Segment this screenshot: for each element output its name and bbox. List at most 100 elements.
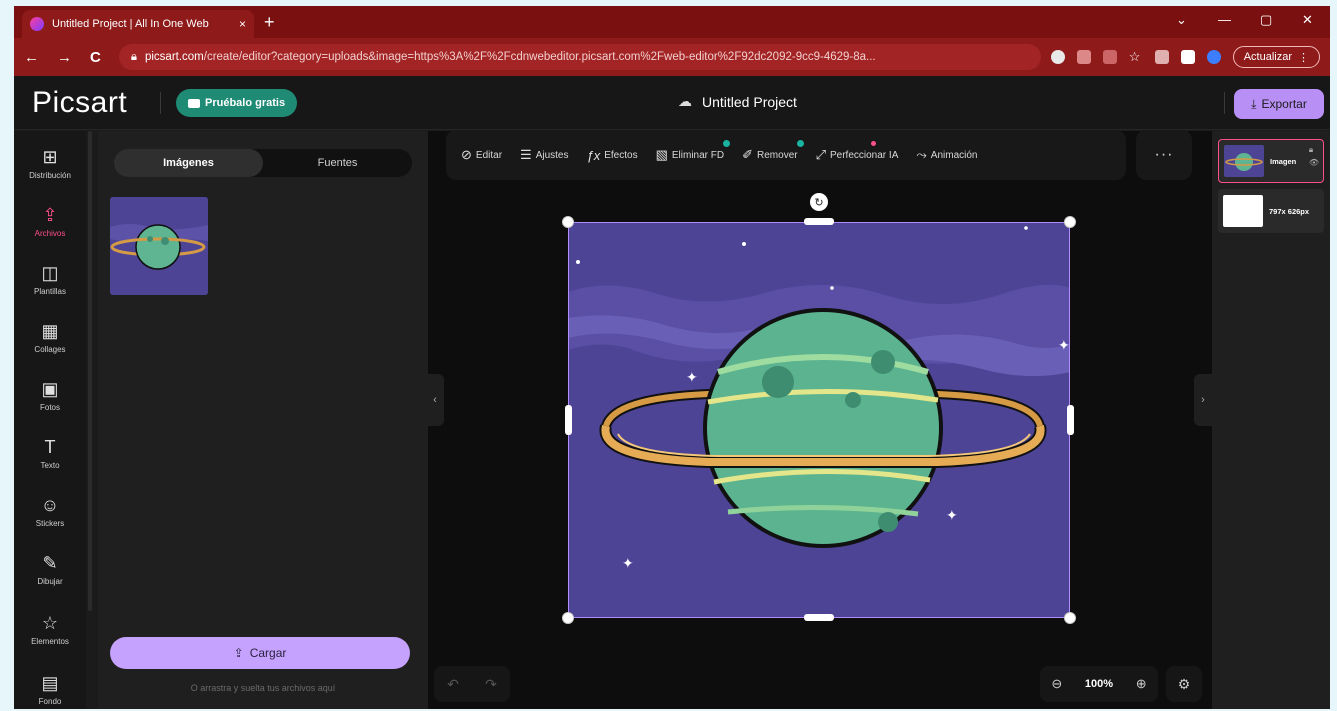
picsart-favicon-icon (30, 17, 44, 31)
project-title-text: Untitled Project (702, 93, 797, 110)
share-icon[interactable] (1102, 50, 1117, 64)
resize-handle-bl[interactable] (562, 612, 574, 624)
forward-button[interactable]: → (57, 49, 72, 66)
tool-animacion[interactable]: ⤳ Animación (916, 147, 977, 163)
text-icon: T (44, 437, 56, 457)
tool-eliminar-fd[interactable]: ▧ Eliminar FD (656, 140, 731, 163)
close-window-button[interactable]: ✕ (1302, 12, 1313, 28)
update-button[interactable]: Actualizar ⋮ (1232, 46, 1320, 68)
tool-remover[interactable]: ✐ Remover (742, 140, 804, 163)
rail-label: Elementos (31, 637, 69, 646)
rail-scrollbar[interactable] (88, 131, 92, 611)
side-panel-icon[interactable] (1180, 50, 1195, 64)
tab-images[interactable]: Imágenes (114, 149, 263, 177)
rail-item-distribucion[interactable]: ⊞ Distribución (14, 147, 86, 180)
zoom-out-button[interactable]: ⊖ (1051, 676, 1062, 692)
rail-item-plantillas[interactable]: ◫ Plantillas (14, 263, 86, 296)
resize-handle-tl[interactable] (562, 216, 574, 228)
resize-handle-right[interactable] (1067, 405, 1074, 435)
upload-button[interactable]: ⇪ Cargar (110, 637, 410, 669)
back-button[interactable]: ← (24, 49, 39, 66)
project-title[interactable]: ☁ Untitled Project (678, 93, 797, 110)
export-button[interactable]: ⤓ Exportar (1234, 89, 1324, 119)
more-tools-button[interactable]: ··· (1136, 130, 1192, 180)
rail-item-archivos[interactable]: ⇪ Archivos (14, 205, 86, 238)
tab-search-icon[interactable]: ⌄ (1176, 12, 1187, 28)
templates-icon: ◫ (41, 263, 59, 283)
resize-handle-left[interactable] (565, 405, 572, 435)
rail-item-stickers[interactable]: ☺ Stickers (14, 495, 86, 528)
canvas-settings-button[interactable]: ⚙ (1166, 666, 1202, 702)
cloud-sync-icon: ☁ (678, 93, 692, 109)
undo-button[interactable]: ↶ (447, 676, 459, 693)
rail-label: Fondo (38, 697, 62, 706)
layout-icon: ⊞ (42, 147, 58, 167)
layer-image[interactable]: Imagen 🔒︎ 👁︎ (1218, 139, 1324, 183)
rail-item-elementos[interactable]: ☆ Elementos (14, 613, 86, 646)
new-tab-button[interactable]: + (264, 12, 275, 33)
translate-icon[interactable] (1076, 50, 1091, 64)
layer-image-thumbnail (1224, 145, 1264, 177)
resize-handle-bottom[interactable] (804, 614, 834, 621)
zoom-level[interactable]: 100% (1085, 678, 1113, 690)
maximize-button[interactable]: ▢ (1260, 12, 1272, 28)
download-icon: ⤓ (1251, 96, 1257, 111)
edit-icon: ⊘ (461, 147, 472, 162)
tool-label: Animación (930, 149, 978, 161)
left-rail: ⊞ Distribución ⇪ Archivos ◫ Plantillas ▦… (14, 131, 86, 709)
try-free-button[interactable]: Pruébalo gratis (176, 89, 298, 117)
animation-icon: ⤳ (916, 147, 927, 162)
picsart-logo[interactable]: Picsart (32, 86, 127, 120)
tool-ajustes[interactable]: ☰ Ajustes (520, 147, 568, 163)
rail-item-texto[interactable]: T Texto (14, 437, 86, 470)
layer-lock-visibility-icons[interactable]: 🔒︎ 👁︎ (1309, 144, 1319, 170)
header-divider (160, 92, 161, 114)
header-divider-right (1224, 92, 1225, 114)
google-lens-icon[interactable] (1050, 50, 1065, 64)
enhance-icon: ⤢ (815, 147, 826, 162)
rail-item-collages[interactable]: ▦ Collages (14, 321, 86, 354)
update-label: Actualizar (1243, 51, 1292, 63)
tab-close-icon[interactable]: × (239, 17, 246, 31)
url-host: picsart.com (144, 51, 204, 63)
rotate-handle-icon[interactable]: ↻ (810, 193, 828, 211)
redo-button[interactable]: ↷ (485, 676, 497, 693)
tool-label: Ajustes (535, 149, 569, 161)
resize-handle-tr[interactable] (1064, 216, 1076, 228)
profile-avatar[interactable] (1206, 50, 1221, 64)
planet-image[interactable]: ✦ ✦ ✦ ✦ (568, 222, 1070, 618)
expand-layers-button[interactable]: › (1194, 374, 1212, 426)
tool-perfeccionar-ia[interactable]: ⤢ Perfeccionar IA (815, 141, 898, 163)
rail-item-fondo[interactable]: ▤ Fondo (14, 673, 86, 706)
premium-badge (796, 140, 804, 147)
app-header: Picsart Pruébalo gratis ☁ Untitled Proje… (14, 76, 1330, 130)
tab-sources[interactable]: Fuentes (263, 149, 412, 177)
brush-icon: ✎ (42, 553, 58, 573)
sticker-icon: ☺ (40, 495, 60, 515)
reading-list-icon[interactable] (1154, 50, 1169, 64)
background-icon: ▤ (41, 673, 59, 693)
tool-editar[interactable]: ⊘ Editar (461, 147, 502, 163)
image-toolbar: ⊘ Editar ☰ Ajustes ƒx Efectos ▧ Eliminar… (446, 130, 1126, 180)
resize-handle-br[interactable] (1064, 612, 1076, 624)
collapse-panel-button[interactable]: ‹ (426, 374, 444, 426)
rail-item-fotos[interactable]: ▣ Fotos (14, 379, 86, 412)
video-camera-icon (188, 98, 200, 108)
browser-addressbar: ← → C 🔒︎ picsart.com /create/editor?cate… (14, 38, 1330, 76)
url-field[interactable]: 🔒︎ picsart.com /create/editor?category=u… (118, 44, 1041, 70)
tool-label: Efectos (604, 149, 638, 161)
zoom-in-button[interactable]: ⊕ (1136, 676, 1147, 692)
try-free-label: Pruébalo gratis (205, 97, 286, 109)
rail-item-dibujar[interactable]: ✎ Dibujar (14, 553, 86, 586)
bookmark-star-icon[interactable]: ☆ (1129, 50, 1143, 64)
rail-label: Distribución (29, 171, 71, 180)
rail-label: Collages (34, 345, 66, 354)
minimize-button[interactable]: — (1218, 12, 1231, 27)
resize-handle-top[interactable] (804, 218, 834, 225)
layer-background[interactable]: 797x 626px (1218, 189, 1324, 233)
browser-tab[interactable]: Untitled Project | All In One Web × (22, 10, 254, 38)
reload-button[interactable]: C (90, 49, 101, 66)
rail-label: Archivos (34, 229, 66, 238)
tool-efectos[interactable]: ƒx Efectos (586, 148, 637, 163)
uploaded-image-thumbnail[interactable] (110, 197, 208, 295)
